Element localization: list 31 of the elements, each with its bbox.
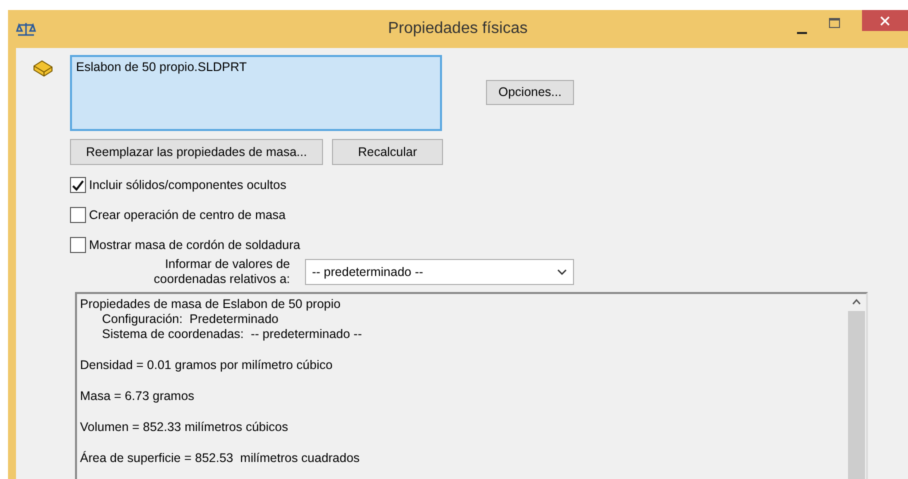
part-icon (32, 58, 54, 78)
coordinate-label: Informar de valores de coordenadas relativos a: (152, 257, 290, 288)
chevron-down-icon (557, 269, 567, 276)
list-item[interactable]: Eslabon de 50 propio.SLDPRT (76, 58, 436, 77)
checkbox-label: Incluir sólidos/componentes ocultos (89, 177, 286, 194)
checkbox-label: Crear operación de centro de masa (89, 206, 286, 224)
checkbox[interactable] (70, 236, 86, 253)
report-line: Volumen = 852.33 milímetros cúbicos (79, 420, 290, 435)
checkbox[interactable] (70, 207, 86, 224)
coordinate-select[interactable]: -- predeterminado -- (305, 259, 574, 286)
override-mass-button[interactable]: Reemplazar las propiedades de masa... (70, 139, 323, 165)
minimize-icon[interactable] (797, 32, 807, 35)
scrollbar-thumb[interactable] (848, 311, 865, 479)
report-line: Sistema de coordenadas: -- predeterminado -- (101, 327, 363, 342)
report-line: Masa = 6.73 gramos (79, 389, 196, 404)
options-button[interactable]: Opciones... (486, 80, 574, 105)
scroll-up-icon[interactable] (852, 299, 861, 305)
close-icon (880, 16, 890, 26)
report-line: Configuración: Predeterminado (101, 312, 280, 327)
maximize-icon[interactable] (829, 18, 840, 28)
balance-scale-icon (16, 21, 36, 37)
checkbox[interactable] (70, 177, 86, 194)
report-line: Propiedades de masa de Eslabon de 50 propio (79, 297, 342, 312)
report-line: Área de superficie = 852.53 milímetros cuadrados (79, 451, 361, 466)
recalculate-button[interactable]: Recalcular (332, 139, 443, 165)
selection-list[interactable]: Eslabon de 50 propio.SLDPRT (70, 55, 442, 131)
report-line: Densidad = 0.01 gramos por milímetro cúbico (79, 358, 334, 373)
checkbox-label: Mostrar masa de cordón de soldadura (89, 236, 300, 254)
window-title: Propiedades físicas (388, 19, 528, 39)
close-button[interactable] (862, 10, 908, 31)
check-icon (72, 180, 84, 191)
